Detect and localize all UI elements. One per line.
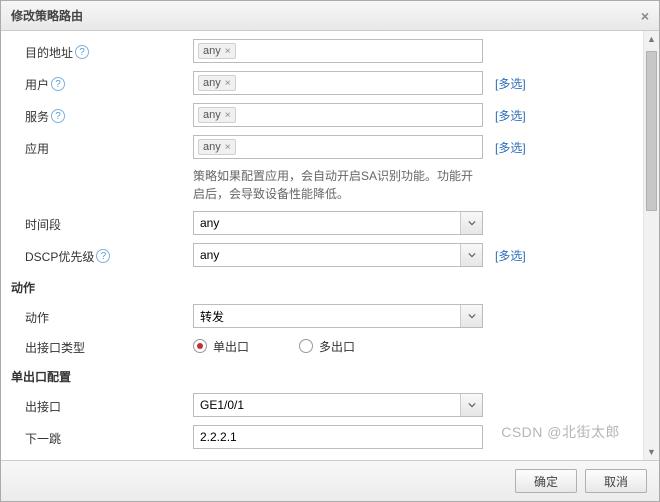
help-icon[interactable]: ? (96, 249, 110, 263)
radio-single-exit[interactable]: 单出口 (193, 338, 249, 355)
label-action: 动作 (25, 307, 193, 326)
dialog: 修改策略路由 × 目的地址 ? any × (0, 0, 660, 502)
more-link[interactable]: [多选] (495, 77, 526, 91)
chevron-down-icon[interactable] (460, 394, 482, 416)
interface-input[interactable] (193, 393, 483, 417)
tag-any: any × (198, 139, 236, 155)
nexthop-input[interactable] (193, 425, 483, 449)
section-action: 动作 (1, 271, 643, 300)
help-icon[interactable]: ? (51, 109, 65, 123)
row-timerange: 时间段 (1, 207, 643, 239)
section-single-exit: 单出口配置 (1, 360, 643, 389)
more-link[interactable]: [多选] (495, 141, 526, 155)
interface-select[interactable] (193, 393, 483, 417)
row-nexthop: 下一跳 (1, 421, 643, 453)
service-tagbox[interactable]: any × (193, 103, 483, 127)
scrollbar-thumb[interactable] (646, 51, 657, 211)
more-link[interactable]: [多选] (495, 109, 526, 123)
label-service: 服务 ? (25, 106, 193, 125)
label-exit-type: 出接口类型 (25, 337, 193, 356)
label-nexthop: 下一跳 (25, 428, 193, 447)
chevron-down-icon[interactable] (460, 212, 482, 234)
row-app: 应用 any × [多选] (1, 131, 643, 163)
label-timerange: 时间段 (25, 214, 193, 233)
row-user: 用户 ? any × [多选] (1, 67, 643, 99)
dialog-title: 修改策略路由 (11, 7, 83, 24)
row-dscp: DSCP优先级 ? [多选] (1, 239, 643, 271)
timerange-input[interactable] (193, 211, 483, 235)
radio-icon (193, 339, 207, 353)
chevron-down-icon[interactable] (460, 244, 482, 266)
dscp-input[interactable] (193, 243, 483, 267)
tag-remove-icon[interactable]: × (225, 78, 231, 89)
exit-type-radios: 单出口 多出口 (193, 338, 483, 355)
row-service: 服务 ? any × [多选] (1, 99, 643, 131)
row-exit-type: 出接口类型 单出口 多出口 (1, 332, 643, 360)
label-user: 用户 ? (25, 74, 193, 93)
label-app: 应用 (25, 138, 193, 157)
help-icon[interactable]: ? (51, 77, 65, 91)
titlebar: 修改策略路由 × (1, 1, 659, 31)
scroll-down-icon[interactable]: ▼ (644, 444, 659, 460)
label-dest-addr: 目的地址 ? (25, 42, 193, 61)
row-interface: 出接口 (1, 389, 643, 421)
dscp-select[interactable] (193, 243, 483, 267)
app-note: 策略如果配置应用，会自动开启SA识别功能。功能开启后，会导致设备性能降低。 (193, 167, 483, 203)
tag-any: any × (198, 75, 236, 91)
user-tagbox[interactable]: any × (193, 71, 483, 95)
footer: 确定 取消 (1, 460, 659, 501)
tag-any: any × (198, 43, 236, 59)
more-link[interactable]: [多选] (495, 249, 526, 263)
ok-button[interactable]: 确定 (515, 469, 577, 493)
timerange-select[interactable] (193, 211, 483, 235)
radio-multi-exit[interactable]: 多出口 (299, 338, 355, 355)
action-select[interactable] (193, 304, 483, 328)
expand-monitor[interactable]: ▼ 监控 (1, 453, 643, 460)
tag-remove-icon[interactable]: × (225, 110, 231, 121)
app-tagbox[interactable]: any × (193, 135, 483, 159)
tag-remove-icon[interactable]: × (225, 46, 231, 57)
scrollbar[interactable]: ▲ ▼ (643, 31, 659, 460)
row-dest-addr: 目的地址 ? any × (1, 35, 643, 67)
chevron-down-icon[interactable] (460, 305, 482, 327)
close-icon[interactable]: × (641, 8, 649, 24)
expand-label[interactable]: 监控 (39, 459, 63, 460)
label-dscp: DSCP优先级 ? (25, 246, 193, 265)
tag-any: any × (198, 107, 236, 123)
content: 目的地址 ? any × 用户 ? (1, 31, 643, 460)
tag-remove-icon[interactable]: × (225, 142, 231, 153)
content-wrap: 目的地址 ? any × 用户 ? (1, 31, 659, 460)
cancel-button[interactable]: 取消 (585, 469, 647, 493)
help-icon[interactable]: ? (75, 45, 89, 59)
label-interface: 出接口 (25, 396, 193, 415)
row-app-note: 策略如果配置应用，会自动开启SA识别功能。功能开启后，会导致设备性能降低。 (1, 163, 643, 207)
radio-icon (299, 339, 313, 353)
scroll-up-icon[interactable]: ▲ (644, 31, 659, 47)
destaddr-tagbox[interactable]: any × (193, 39, 483, 63)
row-action: 动作 (1, 300, 643, 332)
action-input[interactable] (193, 304, 483, 328)
